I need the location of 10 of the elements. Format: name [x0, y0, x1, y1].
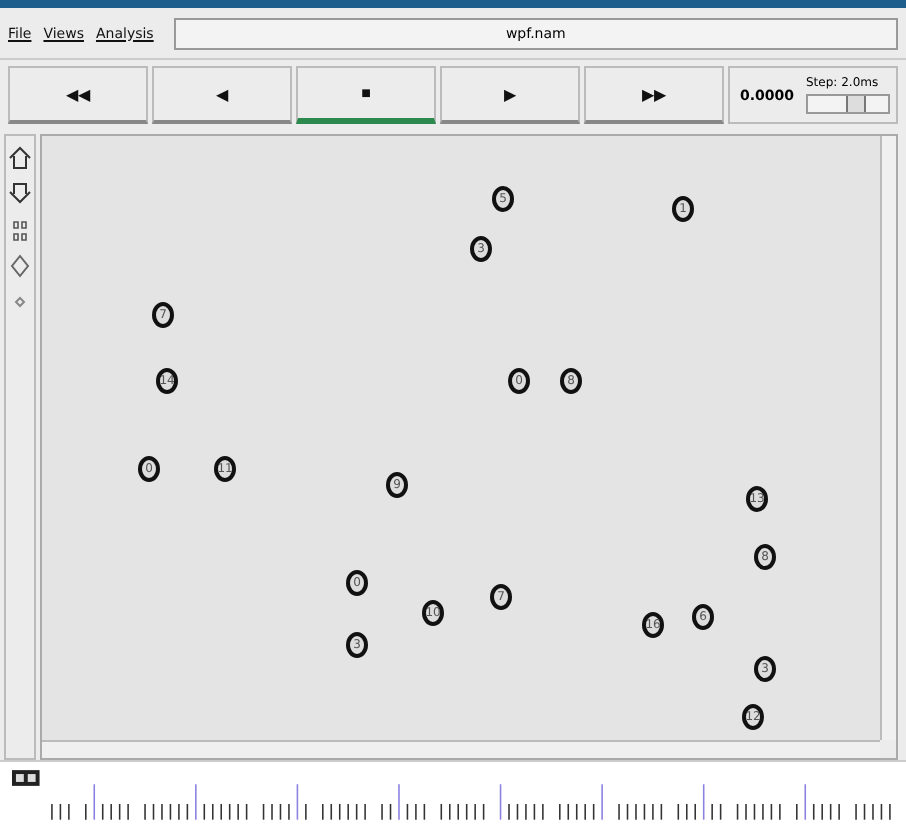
slider-thumb[interactable]: [846, 96, 867, 113]
diamond-icon[interactable]: [8, 252, 32, 281]
playback-button[interactable]: ■: [296, 66, 436, 125]
vertical-scrollbar[interactable]: [880, 136, 896, 740]
playback-button[interactable]: ◀: [152, 66, 292, 125]
link-icon: [12, 769, 40, 786]
playback-button[interactable]: ◀◀: [8, 66, 148, 125]
playback-button[interactable]: ▶: [440, 66, 580, 125]
playback-button[interactable]: ▶▶: [584, 66, 724, 125]
step-slider[interactable]: [806, 94, 890, 115]
